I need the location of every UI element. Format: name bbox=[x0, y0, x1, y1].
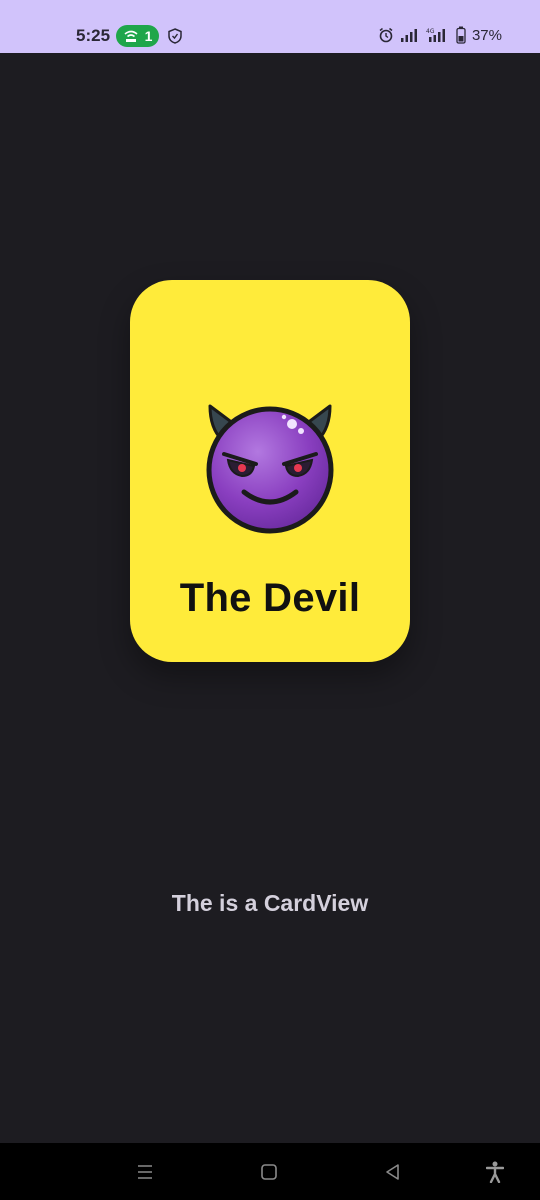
devil-card[interactable]: The Devil bbox=[130, 280, 410, 662]
hotspot-count: 1 bbox=[144, 28, 153, 44]
hotspot-icon bbox=[124, 30, 138, 42]
recent-apps-button[interactable] bbox=[132, 1159, 158, 1185]
hotspot-badge: 1 bbox=[116, 25, 159, 47]
accessibility-button[interactable] bbox=[482, 1159, 508, 1185]
status-bar: 5:25 1 4G 37% bbox=[0, 0, 540, 53]
caption-text: The is a CardView bbox=[171, 890, 369, 916]
shield-icon bbox=[168, 28, 182, 44]
back-icon bbox=[386, 1164, 399, 1180]
home-button[interactable] bbox=[256, 1159, 282, 1185]
alarm-icon bbox=[379, 27, 393, 43]
home-icon bbox=[261, 1164, 277, 1180]
back-button[interactable] bbox=[380, 1159, 406, 1185]
signal-icon bbox=[400, 29, 417, 42]
navigation-bar bbox=[0, 1143, 540, 1200]
screen: 5:25 1 4G 37% The Devil The is a CardVie… bbox=[0, 0, 540, 1200]
card-title: The Devil bbox=[179, 576, 361, 620]
signal-4g-icon: 4G bbox=[426, 28, 445, 42]
menu-icon bbox=[138, 1165, 152, 1179]
smiling-devil-icon bbox=[206, 404, 334, 534]
battery-percentage: 37% bbox=[471, 26, 502, 44]
status-indicators: 4G 37% bbox=[378, 26, 502, 44]
svg-text:4G: 4G bbox=[426, 28, 435, 35]
battery-icon bbox=[456, 26, 466, 44]
accessibility-icon bbox=[486, 1161, 504, 1183]
status-time: 5:25 bbox=[76, 26, 111, 45]
